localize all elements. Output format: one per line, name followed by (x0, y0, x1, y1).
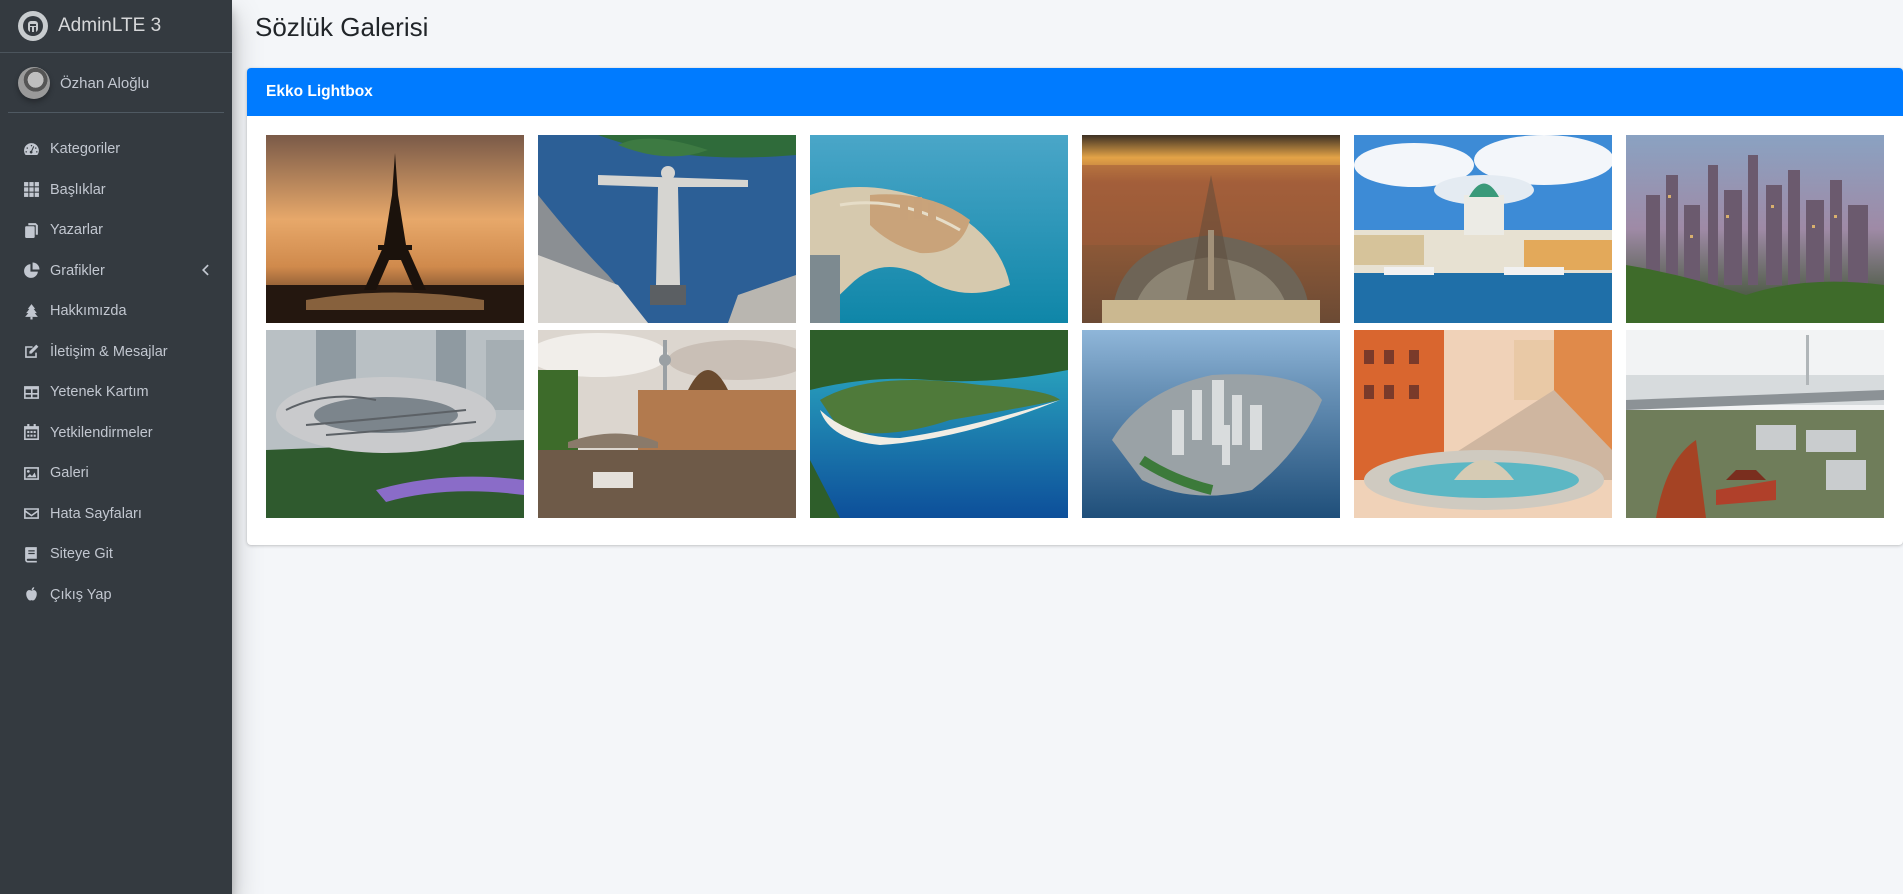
table-icon (22, 383, 40, 401)
sidebar-item-kategoriler[interactable]: Kategoriler (8, 129, 224, 170)
card-header: Ekko Lightbox (247, 68, 1903, 116)
sidebar-item-iletisim-mesajlar[interactable]: İletişim & Mesajlar (8, 332, 224, 373)
gallery-image-christ-the-redeemer[interactable] (538, 135, 796, 323)
sidebar-nav: Kategoriler Başlıklar Yazarlar Grafikler… (0, 129, 232, 615)
sidebar-item-label: Hakkımızda (50, 303, 127, 320)
tree-icon (22, 302, 40, 320)
sidebar-item-label: Çıkış Yap (50, 586, 112, 603)
sidebar-item-label: Yetenek Kartım (50, 384, 149, 401)
main-sidebar: AdminLTE 3 Özhan Aloğlu Kategoriler Başl… (0, 0, 232, 894)
brand-link[interactable]: AdminLTE 3 (0, 0, 232, 53)
apple-icon (22, 586, 40, 604)
brand-logo (18, 11, 48, 41)
image-icon (22, 464, 40, 482)
sidebar-item-yazarlar[interactable]: Yazarlar (8, 210, 224, 251)
gallery-image-hong-kong[interactable] (1626, 135, 1884, 323)
brand-text: AdminLTE 3 (58, 15, 162, 36)
sidebar-item-label: Kategoriler (50, 141, 121, 158)
gallery-image-rome-spanish-steps[interactable] (1354, 330, 1612, 518)
sidebar-item-galeri[interactable]: Galeri (8, 453, 224, 494)
sidebar-item-label: Siteye Git (50, 546, 113, 563)
sidebar-item-label: Yazarlar (50, 222, 103, 239)
gallery-image-berlin-museum[interactable] (538, 330, 796, 518)
copy-icon (22, 221, 40, 239)
sidebar-item-grafikler[interactable]: Grafikler (8, 251, 224, 292)
gallery-image-helsinki-cathedral[interactable] (1354, 135, 1612, 323)
gallery-image-oludeniz-beach[interactable] (810, 330, 1068, 518)
sidebar-item-label: İletişim & Mesajlar (50, 343, 168, 360)
content-header: Sözlük Galerisi (255, 12, 428, 43)
tachometer-icon (22, 140, 40, 158)
sidebar-item-label: Başlıklar (50, 181, 106, 198)
gallery-grid (266, 135, 1884, 518)
envelope-icon (22, 505, 40, 523)
sidebar-item-label: Yetkilendirmeler (50, 424, 153, 441)
card-title: Ekko Lightbox (266, 83, 373, 100)
calendar-icon (22, 424, 40, 442)
grid-icon (22, 181, 40, 199)
gallery-image-eiffel-tower[interactable] (266, 135, 524, 323)
sidebar-item-label: Grafikler (50, 262, 105, 279)
sidebar-item-cikis-yap[interactable]: Çıkış Yap (8, 575, 224, 616)
sidebar-item-hakkimizda[interactable]: Hakkımızda (8, 291, 224, 332)
gallery-image-st-peters-square[interactable] (1082, 135, 1340, 323)
gallery-card: Ekko Lightbox (247, 68, 1903, 545)
sidebar-item-hata-sayfalari[interactable]: Hata Sayfaları (8, 494, 224, 535)
avatar (18, 67, 50, 99)
sidebar-item-siteye-git[interactable]: Siteye Git (8, 534, 224, 575)
sidebar-item-yetenek-kartim[interactable]: Yetenek Kartım (8, 372, 224, 413)
sidebar-item-label: Hata Sayfaları (50, 505, 142, 522)
user-panel[interactable]: Özhan Aloğlu (8, 53, 224, 113)
sidebar-item-label: Galeri (50, 465, 89, 482)
user-name[interactable]: Özhan Aloğlu (60, 75, 149, 92)
edit-icon (22, 343, 40, 361)
page-title: Sözlük Galerisi (255, 12, 429, 42)
gallery-image-museum-of-the-future[interactable] (266, 330, 524, 518)
gallery-image-manhattan[interactable] (1082, 330, 1340, 518)
sidebar-item-basliklar[interactable]: Başlıklar (8, 170, 224, 211)
pie-chart-icon (22, 262, 40, 280)
book-icon (22, 545, 40, 563)
gallery-image-pearl-island[interactable] (810, 135, 1068, 323)
sidebar-item-yetkilendirmeler[interactable]: Yetkilendirmeler (8, 413, 224, 454)
chevron-left-icon[interactable] (200, 263, 210, 281)
gallery-image-yellow-crane-view[interactable] (1626, 330, 1884, 518)
